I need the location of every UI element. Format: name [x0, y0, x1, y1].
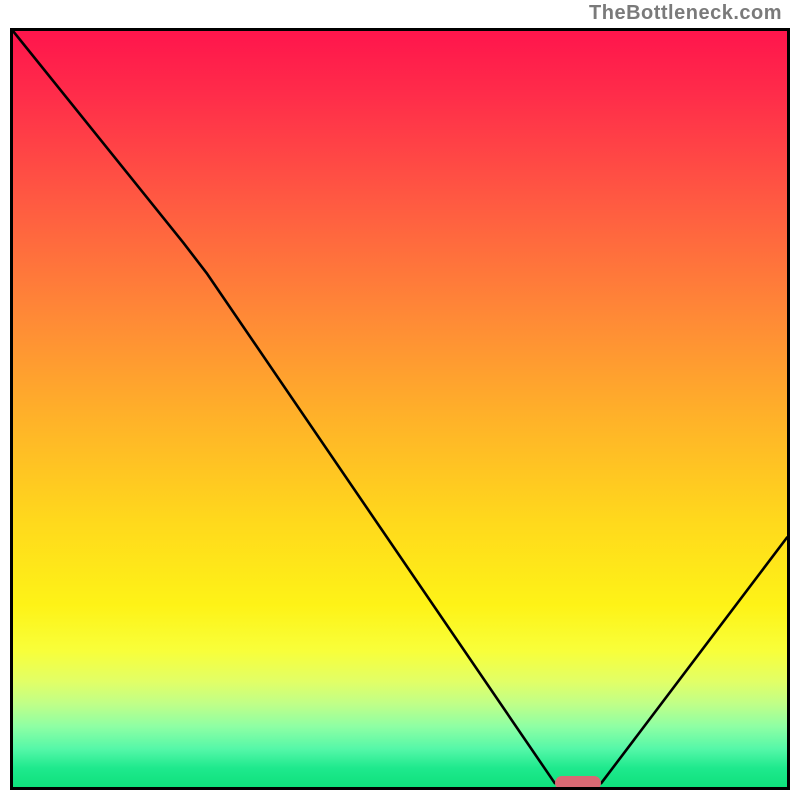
chart-container: TheBottleneck.com — [0, 0, 800, 800]
bottleneck-curve — [13, 31, 787, 787]
attribution-text: TheBottleneck.com — [589, 2, 782, 25]
plot-area — [10, 28, 790, 790]
curve-path — [13, 31, 787, 783]
optimal-marker — [555, 776, 601, 790]
